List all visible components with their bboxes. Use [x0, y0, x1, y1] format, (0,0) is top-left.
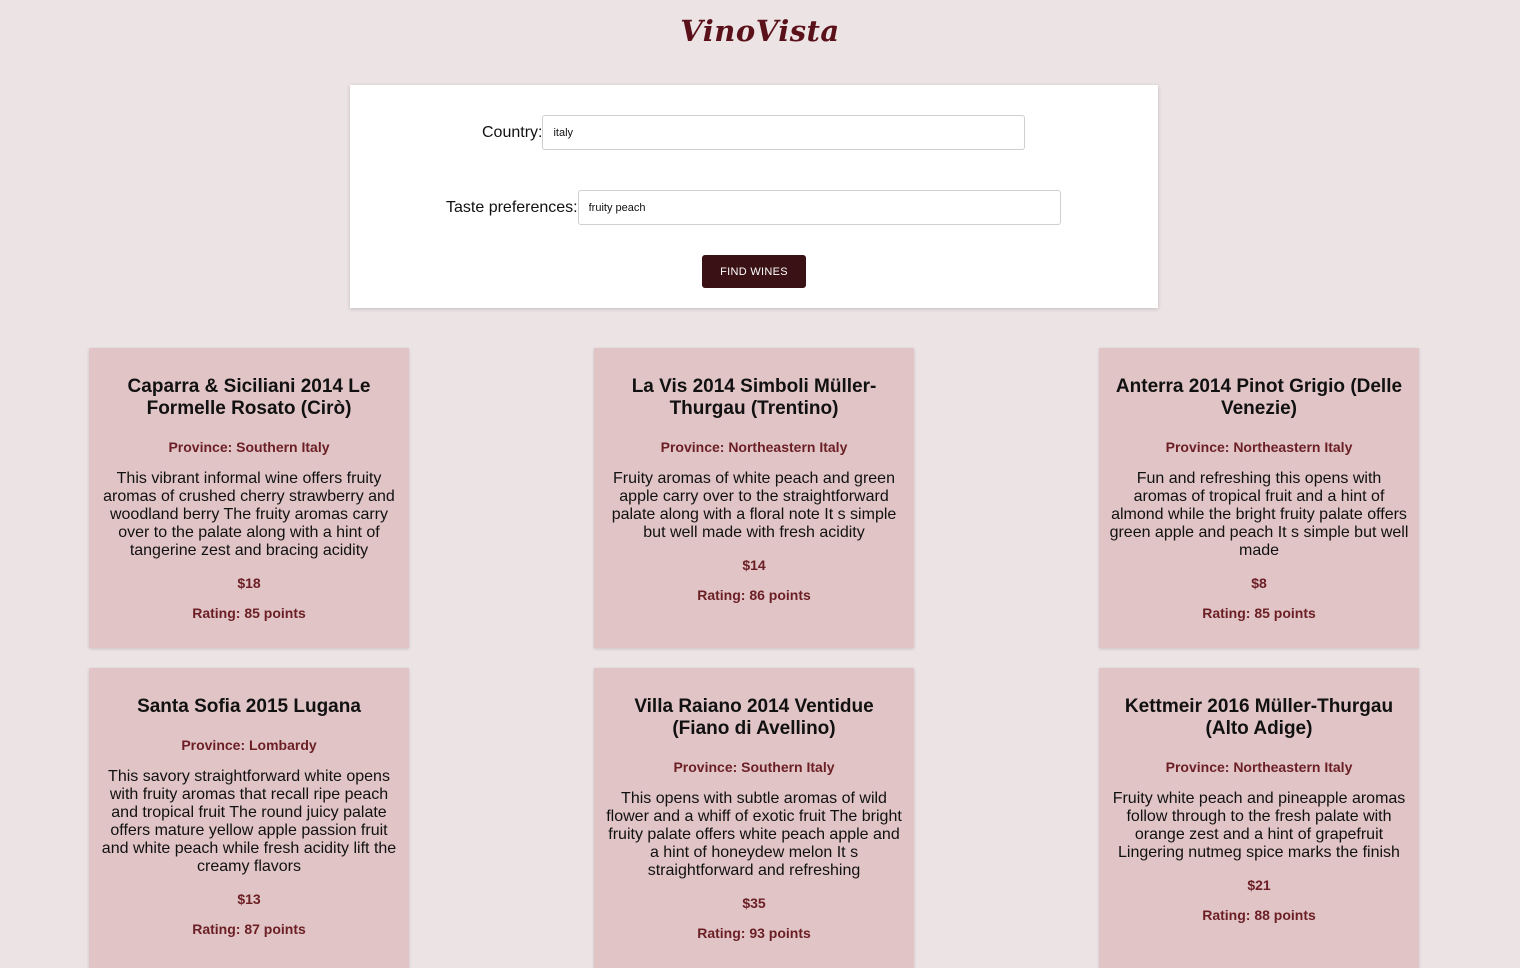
country-input[interactable]: [542, 115, 1026, 150]
wine-rating: Rating: 85 points: [192, 605, 306, 621]
wine-description: Fun and refreshing this opens with aroma…: [1109, 470, 1409, 559]
wine-province: Province: Southern Italy: [673, 759, 835, 775]
wine-description: Fruity white peach and pineapple aromas …: [1112, 790, 1406, 861]
wine-card: Kettmeir 2016 Müller-Thurgau (Alto Adige…: [1099, 668, 1419, 968]
search-form: Country: Taste preferences: FIND WINES: [350, 85, 1158, 308]
wine-price: $35: [742, 895, 766, 911]
wine-price: $21: [1247, 877, 1271, 893]
wine-title: Caparra & Siciliani 2014 Le Formelle Ros…: [127, 376, 371, 419]
wine-price: $14: [742, 557, 766, 573]
wine-rating: Rating: 85 points: [1202, 605, 1316, 621]
wine-card: Santa Sofia 2015 Lugana Province: Lombar…: [89, 668, 409, 968]
wine-description: This opens with subtle aromas of wild fl…: [606, 790, 902, 879]
wine-price: $13: [237, 891, 261, 907]
wine-card: La Vis 2014 Simboli Müller-Thurgau (Tren…: [594, 348, 914, 648]
country-label: Country:: [482, 123, 543, 141]
wine-title: Santa Sofia 2015 Lugana: [137, 696, 361, 717]
wine-province: Province: Lombardy: [181, 737, 317, 753]
wine-description: This savory straightforward white opens …: [101, 768, 397, 875]
wine-rating: Rating: 93 points: [697, 925, 811, 941]
site-logo: VinoVista: [680, 14, 840, 48]
wine-province: Province: Southern Italy: [168, 439, 330, 455]
wine-card: Villa Raiano 2014 Ventidue (Fiano di Ave…: [594, 668, 914, 968]
taste-field-row: Taste preferences:: [446, 190, 1061, 225]
taste-preferences-label: Taste preferences:: [446, 198, 578, 216]
taste-preferences-input[interactable]: [577, 190, 1061, 225]
find-wines-button[interactable]: FIND WINES: [702, 255, 806, 288]
wine-price: $18: [237, 575, 261, 591]
country-field-row: Country:: [482, 115, 1026, 150]
wine-title: Kettmeir 2016 Müller-Thurgau (Alto Adige…: [1124, 696, 1394, 739]
wine-card: Caparra & Siciliani 2014 Le Formelle Ros…: [89, 348, 409, 648]
wine-rating: Rating: 87 points: [192, 921, 306, 937]
wine-price: $8: [1251, 575, 1267, 591]
wine-description: Fruity aromas of white peach and green a…: [611, 470, 897, 541]
wine-province: Province: Northeastern Italy: [1165, 759, 1353, 775]
wine-card: Anterra 2014 Pinot Grigio (Delle Venezie…: [1099, 348, 1419, 648]
wine-title: Villa Raiano 2014 Ventidue (Fiano di Ave…: [634, 696, 874, 739]
wine-title: Anterra 2014 Pinot Grigio (Delle Venezie…: [1115, 376, 1403, 419]
wine-province: Province: Northeastern Italy: [1165, 439, 1353, 455]
wine-title: La Vis 2014 Simboli Müller-Thurgau (Tren…: [631, 376, 877, 419]
wine-rating: Rating: 86 points: [697, 587, 811, 603]
wine-description: This vibrant informal wine offers fruity…: [103, 470, 395, 559]
wine-rating: Rating: 88 points: [1202, 907, 1316, 923]
wine-province: Province: Northeastern Italy: [660, 439, 848, 455]
